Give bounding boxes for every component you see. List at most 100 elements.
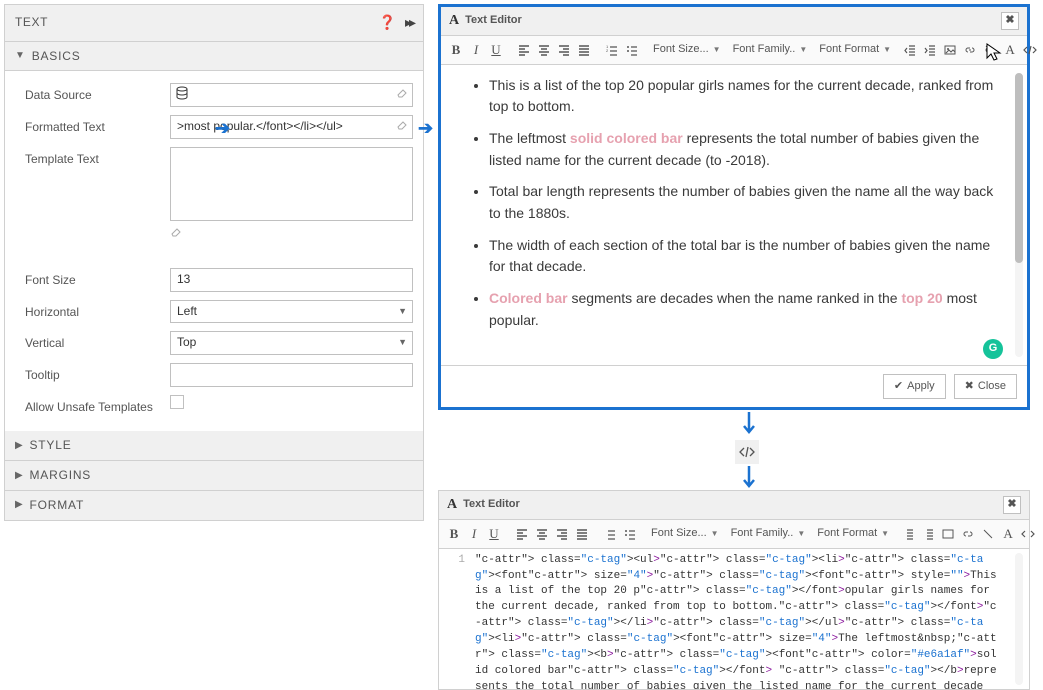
outdent-button[interactable]: [899, 524, 917, 544]
section-basics[interactable]: ▼ BASICS: [5, 42, 423, 72]
expand-icon[interactable]: ▸▸: [405, 13, 413, 33]
code-view-button[interactable]: [1019, 524, 1037, 544]
basics-body: Data Source Formatted Text: [5, 71, 423, 431]
section-text[interactable]: TEXT ❓ ▸▸: [5, 5, 423, 42]
dialog-footer: ✔Apply ✖Close: [441, 365, 1027, 407]
eraser-icon[interactable]: [396, 118, 408, 135]
unlink-button[interactable]: [981, 40, 999, 60]
font-size-input[interactable]: [170, 268, 413, 292]
vertical-select[interactable]: Top: [170, 331, 413, 355]
apply-button[interactable]: ✔Apply: [883, 374, 946, 399]
image-button[interactable]: [939, 524, 957, 544]
font-family-dropdown[interactable]: Font Family..: [729, 526, 796, 541]
close-dialog-button[interactable]: ✖Close: [954, 374, 1017, 399]
font-size-dropdown[interactable]: Font Size...: [649, 526, 709, 541]
outdent-button[interactable]: [901, 40, 919, 60]
code-body[interactable]: "c-attr"> class="c-tag"><ul>"c-attr"> cl…: [475, 553, 1015, 685]
indent-button[interactable]: [921, 40, 939, 60]
align-right-button[interactable]: [553, 524, 571, 544]
database-icon: [175, 86, 189, 106]
unordered-list-button[interactable]: [621, 524, 639, 544]
bold-button[interactable]: B: [447, 40, 465, 60]
text-editor-icon: A: [447, 495, 457, 515]
editor-content[interactable]: This is a list of the top 20 popular gir…: [441, 65, 1027, 365]
font-color-button[interactable]: A: [999, 524, 1017, 544]
unlink-button[interactable]: [979, 524, 997, 544]
font-family-dropdown[interactable]: Font Family..: [731, 42, 798, 57]
section-margins-label: MARGINS: [30, 467, 92, 484]
eraser-icon[interactable]: [170, 226, 182, 240]
link-button[interactable]: [959, 524, 977, 544]
open-file-button[interactable]: [1039, 524, 1043, 544]
section-style[interactable]: ▶ STYLE: [5, 431, 423, 461]
list-item: This is a list of the top 20 popular gir…: [489, 75, 1005, 118]
arrow-icon: ➔: [418, 116, 433, 141]
code-view-icon: [735, 440, 759, 464]
close-button[interactable]: ✖: [1003, 496, 1021, 514]
data-source-input[interactable]: [170, 83, 413, 107]
arrow-down-icon: [742, 466, 756, 490]
dialog-title: Text Editor: [463, 497, 1003, 512]
allow-unsafe-checkbox[interactable]: [170, 395, 184, 409]
dialog-titlebar: A Text Editor ✖: [439, 491, 1029, 520]
caret-right-icon: ▶: [15, 469, 24, 483]
scrollbar-track[interactable]: [1015, 553, 1023, 685]
line-number: 1: [445, 553, 475, 685]
underline-button[interactable]: U: [487, 40, 505, 60]
formatted-text-field[interactable]: [170, 115, 413, 139]
text-editor-code-dialog: A Text Editor ✖ B I U Font Size...▼ Font…: [438, 490, 1030, 690]
ordered-list-button[interactable]: 12: [603, 40, 621, 60]
list-item: The leftmost solid colored bar represent…: [489, 128, 1005, 171]
list-item: Total bar length represents the number o…: [489, 181, 1005, 224]
section-format-label: FORMAT: [30, 497, 85, 514]
label-data-source: Data Source: [25, 83, 170, 104]
align-center-button[interactable]: [533, 524, 551, 544]
dialog-titlebar: A Text Editor ✖: [441, 7, 1027, 36]
link-button[interactable]: [961, 40, 979, 60]
data-source-field[interactable]: [170, 83, 413, 107]
align-center-button[interactable]: [535, 40, 553, 60]
underline-button[interactable]: U: [485, 524, 503, 544]
label-font-size: Font Size: [25, 268, 170, 289]
section-text-label: TEXT: [15, 14, 48, 31]
label-horizontal: Horizontal: [25, 300, 170, 321]
horizontal-select[interactable]: Left: [170, 300, 413, 324]
align-left-button[interactable]: [513, 524, 531, 544]
text-editor-icon: A: [449, 11, 459, 31]
italic-button[interactable]: I: [467, 40, 485, 60]
italic-button[interactable]: I: [465, 524, 483, 544]
font-format-dropdown[interactable]: Font Format: [817, 42, 881, 57]
indent-button[interactable]: [919, 524, 937, 544]
align-right-button[interactable]: [555, 40, 573, 60]
caret-down-icon: ▼: [15, 49, 26, 63]
ordered-list-button[interactable]: [601, 524, 619, 544]
font-color-button[interactable]: A: [1001, 40, 1019, 60]
section-margins[interactable]: ▶ MARGINS: [5, 461, 423, 491]
tooltip-input[interactable]: [170, 363, 413, 387]
list-item: The width of each section of the total b…: [489, 235, 1005, 278]
font-format-dropdown[interactable]: Font Format: [815, 526, 879, 541]
align-justify-button[interactable]: [575, 40, 593, 60]
scrollbar-thumb[interactable]: [1015, 73, 1023, 263]
arrow-icon: ➔: [215, 116, 230, 141]
section-format[interactable]: ▶ FORMAT: [5, 491, 423, 520]
close-button[interactable]: ✖: [1001, 12, 1019, 30]
template-text-input[interactable]: [170, 147, 413, 221]
list-item: Colored bar segments are decades when th…: [489, 288, 1005, 331]
help-icon[interactable]: ❓: [379, 13, 397, 33]
bold-button[interactable]: B: [445, 524, 463, 544]
eraser-icon[interactable]: [396, 86, 408, 103]
image-button[interactable]: [941, 40, 959, 60]
label-vertical: Vertical: [25, 331, 170, 352]
section-style-label: STYLE: [30, 437, 72, 454]
align-left-button[interactable]: [515, 40, 533, 60]
label-allow-unsafe: Allow Unsafe Templates: [25, 395, 170, 416]
font-size-dropdown[interactable]: Font Size...: [651, 42, 711, 57]
code-view-button[interactable]: [1021, 40, 1039, 60]
align-justify-button[interactable]: [573, 524, 591, 544]
unordered-list-button[interactable]: [623, 40, 641, 60]
properties-panel: TEXT ❓ ▸▸ ▼ BASICS Data Source: [4, 4, 424, 521]
grammarly-icon[interactable]: G: [983, 339, 1003, 359]
caret-right-icon: ▶: [15, 498, 24, 512]
formatted-text-input[interactable]: [170, 115, 413, 139]
